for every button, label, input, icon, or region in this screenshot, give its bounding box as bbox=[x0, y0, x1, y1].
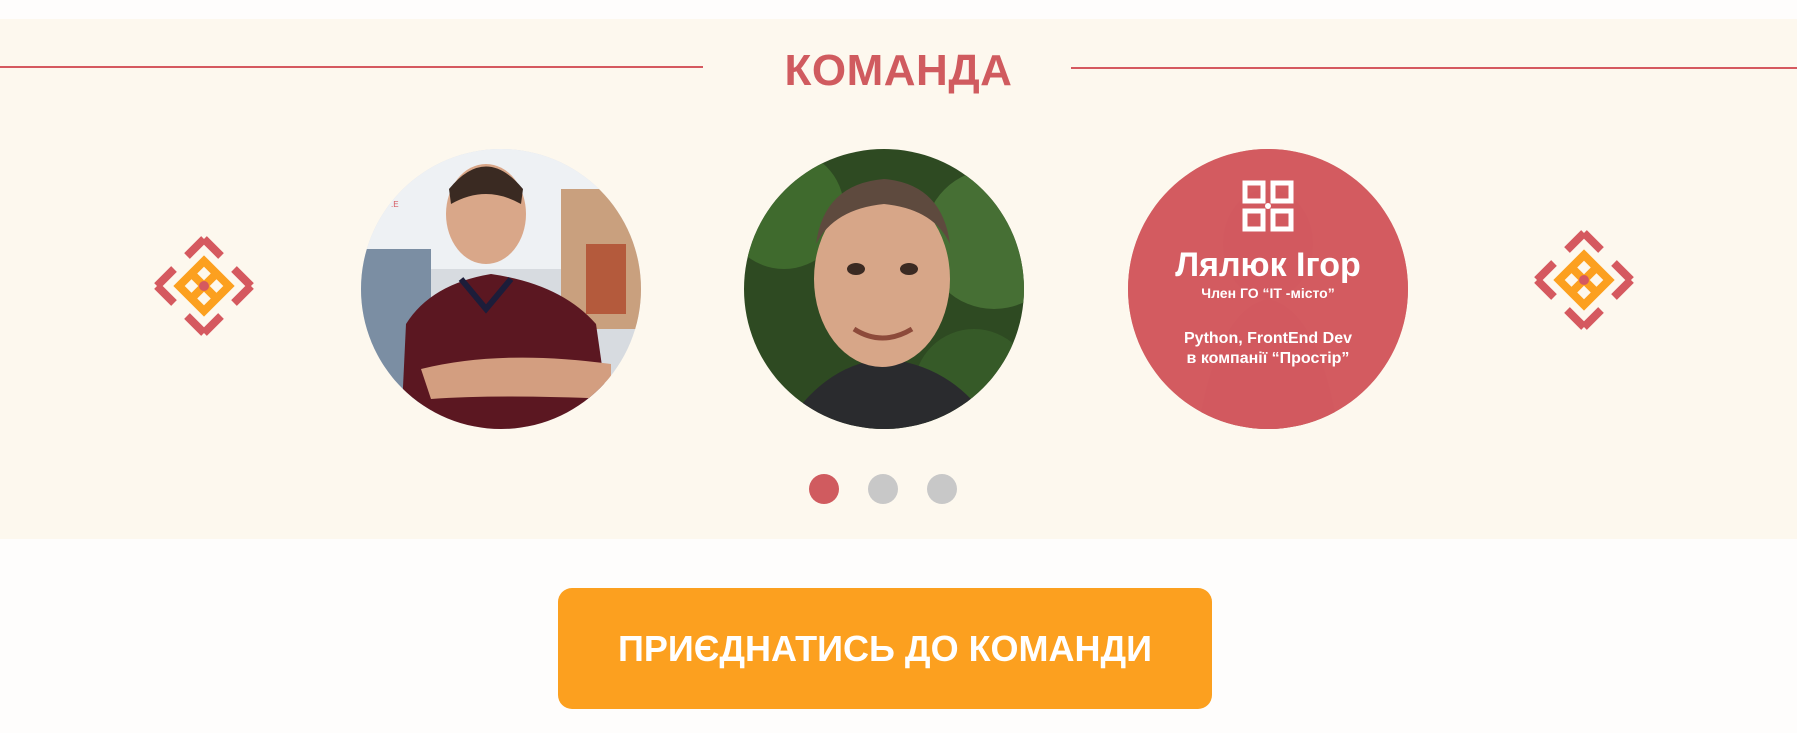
carousel-pagination bbox=[0, 474, 1797, 504]
member-photo: .E bbox=[361, 149, 641, 429]
it-misto-logo-icon bbox=[1242, 180, 1294, 232]
carousel-prev-button[interactable] bbox=[149, 231, 259, 341]
member-description-line: Python, FrontEnd Dev bbox=[1184, 330, 1352, 347]
carousel-next-button[interactable] bbox=[1529, 225, 1639, 335]
carousel-dot-1[interactable] bbox=[809, 474, 839, 504]
member-name: Лялюк Ігор bbox=[1175, 246, 1361, 284]
section-title: КОМАНДА bbox=[784, 46, 1013, 95]
svg-text:.E: .E bbox=[391, 200, 399, 209]
ornament-diamond-icon bbox=[154, 236, 254, 336]
carousel-dot-2[interactable] bbox=[868, 474, 898, 504]
member-role: Член ГО “IT -місто” bbox=[1201, 285, 1335, 301]
join-team-button[interactable]: ПРИЄДНАТИСЬ ДО КОМАНДИ bbox=[558, 588, 1212, 709]
team-member-card[interactable]: .E bbox=[361, 149, 641, 429]
member-description-line: в компанії “Простір” bbox=[1186, 350, 1350, 367]
team-member-card[interactable]: Лялюк Ігор Член ГО “IT -місто” Python, F… bbox=[1128, 149, 1408, 429]
team-member-card[interactable] bbox=[744, 149, 1024, 429]
team-section: КОМАНДА .E Лялюк Ігор Член ГО “IT -місто… bbox=[0, 19, 1797, 539]
carousel-dot-3[interactable] bbox=[927, 474, 957, 504]
member-info-overlay: Лялюк Ігор Член ГО “IT -місто” Python, F… bbox=[1128, 149, 1408, 429]
ornament-diamond-icon bbox=[1534, 230, 1634, 330]
member-photo bbox=[744, 149, 1024, 429]
member-description: Python, FrontEnd Dev в компанії “Простір… bbox=[1184, 329, 1352, 369]
